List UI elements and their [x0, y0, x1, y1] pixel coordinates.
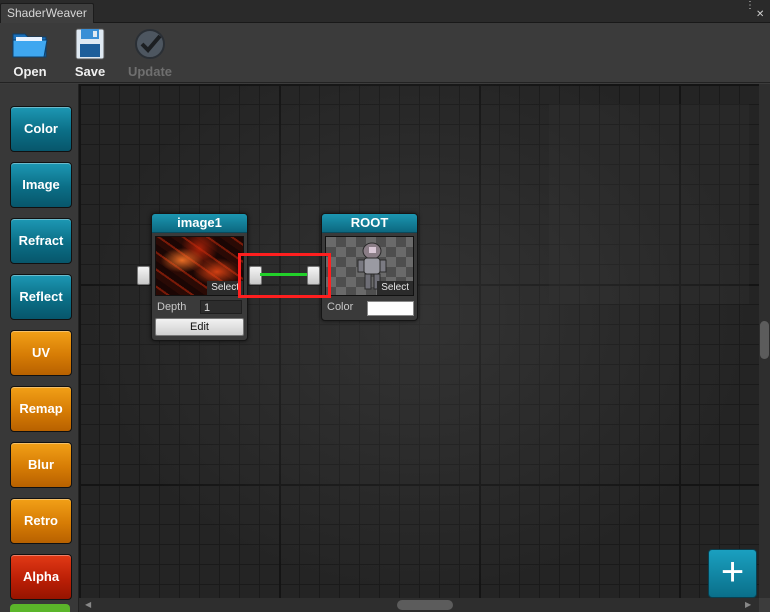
node-graph-canvas[interactable]: image1 Select Depth 1 Edit ROOT Select C [79, 84, 759, 598]
open-button[interactable]: Open [6, 26, 54, 82]
image1-input-port[interactable] [137, 266, 150, 285]
palette-remap-button[interactable]: Remap [10, 386, 72, 432]
update-button[interactable]: Update [126, 26, 174, 82]
vertical-scroll-thumb[interactable] [760, 321, 769, 359]
root-select-button[interactable]: Select [377, 281, 413, 295]
open-label: Open [13, 64, 47, 79]
floppy-disk-icon [75, 28, 105, 60]
window-tab[interactable]: ShaderWeaver [0, 3, 94, 23]
vertical-scrollbar[interactable] [759, 84, 770, 598]
palette-color-button[interactable]: Color [10, 106, 72, 152]
image1-node[interactable]: image1 Select Depth 1 Edit [151, 213, 248, 341]
depth-field[interactable]: 1 [200, 300, 242, 314]
image1-edit-button[interactable]: Edit [155, 318, 244, 336]
root-node-title[interactable]: ROOT [322, 214, 417, 233]
window-titlebar: ShaderWeaver ⋮ ✕ [0, 0, 770, 23]
toolbar: Open Save Update [0, 23, 770, 83]
scroll-right-arrow-icon[interactable]: ▶ [745, 600, 751, 609]
image1-preview-image: Select [155, 236, 244, 296]
root-color-swatch[interactable] [367, 301, 414, 316]
horizontal-scrollbar[interactable]: ◀ ▶ [79, 598, 759, 612]
palette-blur-button[interactable]: Blur [10, 442, 72, 488]
window-title: ShaderWeaver [7, 6, 87, 20]
checkmark-icon [135, 29, 165, 59]
color-label: Color [327, 301, 354, 313]
palette-image-button[interactable]: Image [10, 162, 72, 208]
close-icon[interactable]: ✕ [756, 10, 764, 20]
horizontal-scroll-thumb[interactable] [397, 600, 453, 610]
add-node-button[interactable]: + [708, 549, 757, 598]
palette-next-button-partial[interactable] [10, 604, 70, 612]
root-preview-image: Select [325, 236, 414, 296]
palette-refract-button[interactable]: Refract [10, 218, 72, 264]
palette-alpha-button[interactable]: Alpha [10, 554, 72, 600]
folder-icon [12, 33, 48, 58]
palette-uv-button[interactable]: UV [10, 330, 72, 376]
root-color-row: Color [325, 298, 414, 316]
node-palette: Color Image Refract Reflect UV Remap Blu… [0, 84, 79, 612]
image1-depth-row: Depth 1 [155, 298, 244, 316]
palette-reflect-button[interactable]: Reflect [10, 274, 72, 320]
root-node[interactable]: ROOT Select Color [321, 213, 418, 321]
depth-label: Depth [157, 301, 187, 313]
update-label: Update [127, 64, 173, 79]
save-button[interactable]: Save [66, 26, 114, 82]
scroll-left-arrow-icon[interactable]: ◀ [85, 600, 91, 609]
connection-highlight-box [238, 253, 331, 298]
save-label: Save [74, 64, 106, 79]
image1-node-title[interactable]: image1 [152, 214, 247, 233]
canvas-background-panel [549, 104, 749, 304]
menu-dots-icon[interactable]: ⋮ [745, 1, 755, 11]
palette-retro-button[interactable]: Retro [10, 498, 72, 544]
